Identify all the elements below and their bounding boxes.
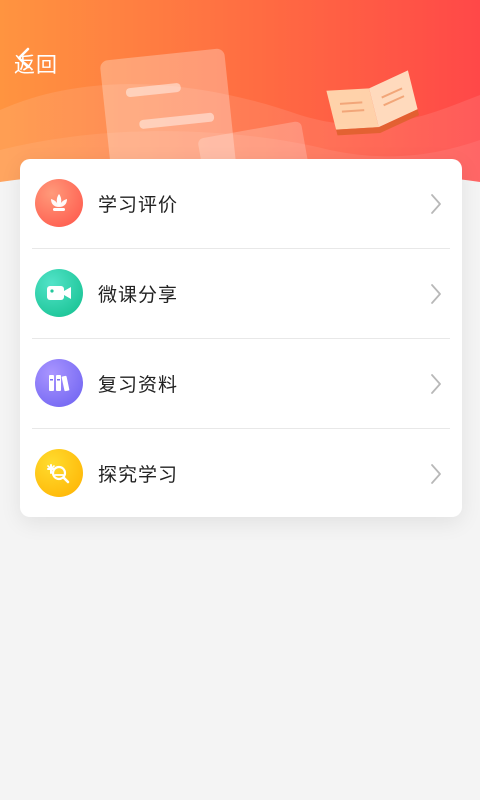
video-camera-icon [35,269,83,317]
magnifier-icon [35,449,83,497]
menu-card: 学习评价 微课分享 复习资料 探究学习 [20,159,462,517]
menu-item-label: 探究学习 [98,464,179,486]
screen: 返回 学习评价 微课分享 复习资料 探究学习 [0,0,480,800]
chevron-right-icon [431,283,441,304]
back-button[interactable]: 返回 [14,46,58,82]
menu-item-learning-evaluation[interactable]: 学习评价 [20,159,462,248]
menu-item-inquiry-learning[interactable]: 探究学习 [20,429,462,517]
menu-item-review-materials[interactable]: 复习资料 [20,339,462,428]
books-icon [35,359,83,407]
chevron-right-icon [431,373,441,394]
menu-item-label: 学习评价 [98,194,179,216]
chevron-right-icon [431,463,441,484]
menu-item-micro-lesson-share[interactable]: 微课分享 [20,249,462,338]
chevron-right-icon [431,193,441,214]
chevron-left-icon [17,47,30,69]
menu-item-label: 复习资料 [98,374,179,396]
menu-item-label: 微课分享 [98,284,179,306]
lotus-icon [35,179,83,227]
